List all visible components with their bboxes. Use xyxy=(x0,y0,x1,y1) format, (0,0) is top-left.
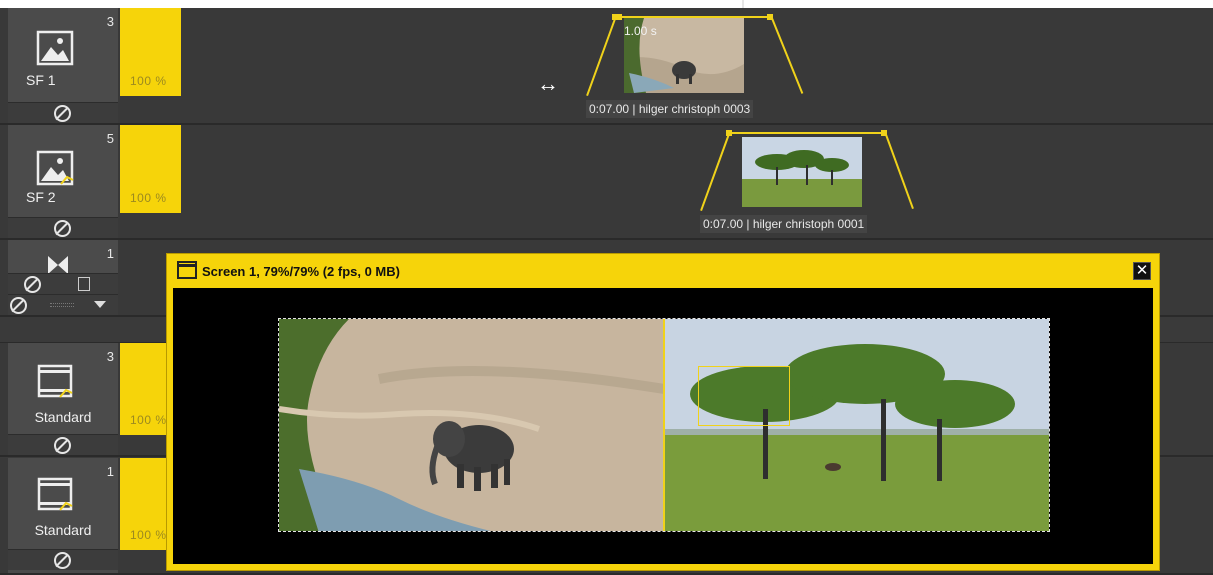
window-titlebar[interactable]: Screen 1, 79%/79% (2 fps, 0 MB) ✕ xyxy=(169,256,1157,286)
track-controls xyxy=(8,273,118,294)
preview-canvas[interactable] xyxy=(173,288,1153,564)
track-header[interactable]: 3 SF 1 xyxy=(8,8,118,123)
marker-icon[interactable] xyxy=(78,277,90,291)
handle[interactable] xyxy=(881,130,887,136)
volume-label: 100 % xyxy=(130,191,167,205)
film-icon xyxy=(37,364,73,398)
handle[interactable] xyxy=(726,130,732,136)
track-controls-secondary xyxy=(8,294,118,315)
top-strip xyxy=(0,0,1213,8)
mute-icon[interactable] xyxy=(54,552,71,569)
clip-top-line xyxy=(728,132,886,134)
clip-label: 0:07.00 | hilger christoph 0003 xyxy=(586,100,754,118)
volume-label: 100 % xyxy=(130,528,167,542)
mute-icon[interactable] xyxy=(10,297,27,314)
mute-icon[interactable] xyxy=(54,220,71,237)
track-name: Standard xyxy=(34,409,92,425)
resize-cursor-icon: ↔ xyxy=(537,71,559,96)
split-line xyxy=(663,319,665,531)
mute-icon[interactable] xyxy=(54,437,71,454)
volume-bar[interactable]: 100 % xyxy=(120,8,181,96)
track-name: SF 1 xyxy=(26,72,56,88)
track-header[interactable]: 5 SF 2 xyxy=(8,125,118,238)
volume-label: 100 % xyxy=(130,74,167,88)
track-name: SF 2 xyxy=(26,189,56,205)
track-sf2[interactable]: 5 SF 2 100 % 0:07.00 | hilger christoph … xyxy=(0,125,1213,240)
fade-in-line xyxy=(700,135,730,211)
volume-label: 100 % xyxy=(130,413,167,427)
preview-left-elephant xyxy=(279,319,664,531)
track-count: 3 xyxy=(106,14,114,29)
preview-frame[interactable] xyxy=(278,318,1050,532)
image-edit-icon xyxy=(36,150,74,186)
track-header[interactable]: 1 Standard xyxy=(8,458,118,573)
film-icon xyxy=(37,477,73,511)
window-icon xyxy=(177,261,197,279)
clip-elephant[interactable]: 1.00 s 0:07.00 | hilger christoph 0003 xyxy=(586,8,804,123)
handle[interactable] xyxy=(767,14,773,20)
image-icon xyxy=(36,30,74,66)
track-controls xyxy=(8,217,118,238)
fade-out-line xyxy=(770,15,804,94)
mute-icon[interactable] xyxy=(54,105,71,122)
volume-bar[interactable]: 100 % xyxy=(120,125,181,213)
track-count: 1 xyxy=(106,246,114,261)
close-button[interactable]: ✕ xyxy=(1133,262,1151,280)
focus-box[interactable] xyxy=(698,366,790,426)
window-title: Screen 1, 79%/79% (2 fps, 0 MB) xyxy=(202,264,400,279)
track-sf1[interactable]: 3 SF 1 100 % 1.00 s 0:07.00 | hilger chr… xyxy=(0,8,1213,125)
track-controls xyxy=(8,549,118,570)
clip-label: 0:07.00 | hilger christoph 0001 xyxy=(700,215,868,233)
track-name: Standard xyxy=(34,522,92,538)
track-controls xyxy=(8,102,118,123)
clip-duration: 1.00 s xyxy=(624,24,657,38)
chevron-down-icon[interactable] xyxy=(94,301,106,308)
track-count: 3 xyxy=(106,349,114,364)
clip-trees[interactable]: 0:07.00 | hilger christoph 0001 xyxy=(700,125,914,238)
track-header[interactable]: 1 xyxy=(8,240,118,315)
mute-icon[interactable] xyxy=(24,276,41,293)
handle[interactable] xyxy=(612,14,622,20)
track-count: 1 xyxy=(106,464,114,479)
fade-in-line xyxy=(586,14,618,96)
track-header[interactable]: 3 Standard xyxy=(8,343,118,455)
dots-icon xyxy=(50,303,74,307)
track-controls xyxy=(8,434,118,455)
thumbnail-trees xyxy=(742,137,862,207)
fade-out-line xyxy=(884,131,914,210)
screen-preview-window[interactable]: Screen 1, 79%/79% (2 fps, 0 MB) ✕ xyxy=(166,253,1160,571)
track-count: 5 xyxy=(106,131,114,146)
